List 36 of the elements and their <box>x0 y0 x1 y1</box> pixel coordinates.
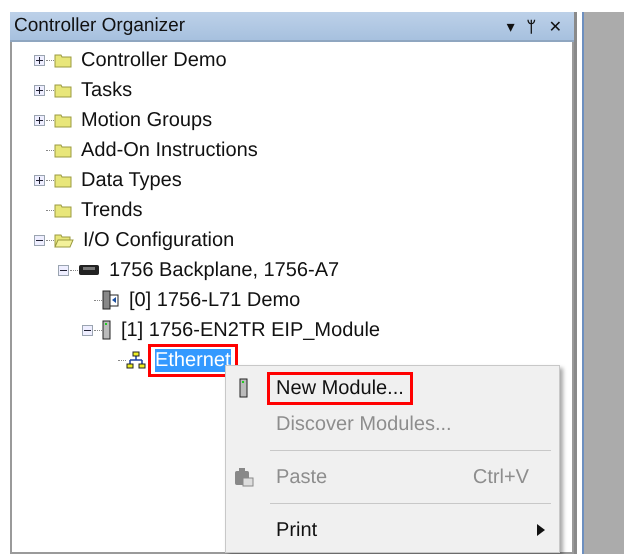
collapse-toggle[interactable] <box>34 234 44 246</box>
folder-icon <box>54 202 72 218</box>
tree-item[interactable]: Controller Demo <box>74 44 234 76</box>
folder-icon <box>54 232 74 248</box>
clipboard-icon <box>234 467 254 487</box>
menu-item[interactable]: New Module... <box>267 372 413 404</box>
pin-button[interactable]: ᛘ <box>520 16 543 36</box>
tree-item[interactable]: [1] 1756-EN2TR EIP_Module <box>114 314 388 346</box>
dropdown-button[interactable]: ▾ <box>500 16 521 36</box>
tree-item[interactable]: I/O Configuration <box>76 224 242 256</box>
tree-item[interactable]: Trends <box>74 194 150 226</box>
expand-toggle[interactable] <box>34 114 44 126</box>
tree-item[interactable]: Motion Groups <box>74 104 220 136</box>
folder-icon <box>54 172 72 188</box>
menu-item[interactable]: Print <box>267 514 326 546</box>
rack-icon <box>78 264 100 276</box>
close-button[interactable]: ✕ <box>542 16 568 36</box>
tree-item[interactable]: Tasks <box>74 74 140 106</box>
collapse-toggle[interactable] <box>82 324 92 336</box>
expand-toggle[interactable] <box>34 54 44 66</box>
collapse-toggle[interactable] <box>58 264 68 276</box>
folder-icon <box>54 82 72 98</box>
module-icon <box>102 320 112 340</box>
shortcut-label: Ctrl+V <box>472 466 529 488</box>
network-icon <box>126 351 146 369</box>
folder-icon <box>54 52 72 68</box>
folder-icon <box>54 112 72 128</box>
tree-item[interactable]: [0] 1756-L71 Demo <box>122 284 308 316</box>
module-icon <box>239 378 249 398</box>
expand-toggle[interactable] <box>34 174 44 186</box>
panel-title: Controller Organizer <box>14 15 186 37</box>
tree-item[interactable]: Add-On Instructions <box>74 134 265 166</box>
expand-toggle[interactable] <box>34 84 44 96</box>
tree-item[interactable]: Data Types <box>74 164 189 196</box>
folder-icon <box>54 142 72 158</box>
tree-item[interactable]: 1756 Backplane, 1756-A7 <box>102 254 346 286</box>
